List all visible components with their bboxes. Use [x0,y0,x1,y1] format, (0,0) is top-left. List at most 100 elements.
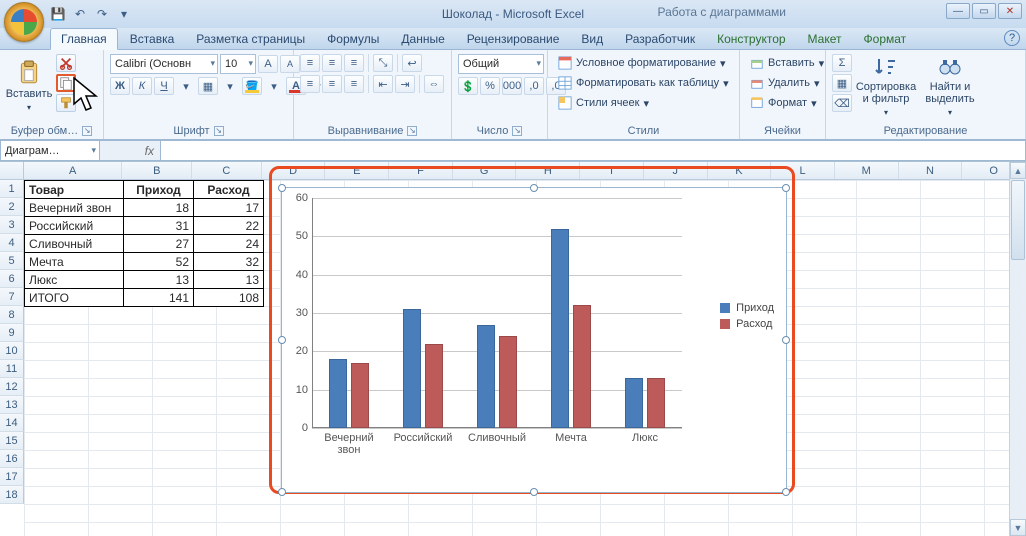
minimize-button[interactable]: — [946,3,970,19]
tab-вставка[interactable]: Вставка [120,29,185,49]
format-painter-button[interactable] [56,94,76,112]
column-header[interactable]: A [24,162,123,179]
launcher-icon[interactable]: ↘ [82,126,92,136]
data-cell[interactable]: 31 [124,217,194,235]
row-header[interactable]: 9 [0,324,24,342]
bar-Расход[interactable] [573,305,591,428]
row-header[interactable]: 6 [0,270,24,288]
data-cell[interactable]: 32 [194,253,264,271]
launcher-icon[interactable]: ↘ [512,126,522,136]
save-icon[interactable]: 💾 [50,6,66,22]
name-box[interactable]: Диаграм… [0,140,100,161]
data-cell[interactable]: Люкс [25,271,124,289]
align-middle-button[interactable]: ≡ [322,54,342,72]
bar-Приход[interactable] [625,378,643,428]
data-cell[interactable]: 24 [194,235,264,253]
column-header[interactable]: C [192,162,262,179]
bar-Расход[interactable] [499,336,517,428]
redo-icon[interactable]: ↷ [94,6,110,22]
bold-button[interactable]: Ж [110,77,130,95]
header-cell[interactable]: Расход [194,181,264,199]
worksheet[interactable]: ABCDEFGHIJKLMNO 123456789101112131415161… [0,162,1026,536]
row-header[interactable]: 18 [0,486,24,504]
orientation-button[interactable]: ⤡ [373,54,393,72]
increase-indent-button[interactable]: ⇥ [395,75,415,93]
italic-button[interactable]: К [132,77,152,95]
underline-button[interactable]: Ч [154,77,174,95]
bar-Приход[interactable] [403,309,421,428]
clear-button[interactable]: ⌫ [832,94,852,112]
row-header[interactable]: 7 [0,288,24,306]
merge-center-button[interactable]: ⇔ [424,75,444,93]
row-header[interactable]: 13 [0,396,24,414]
data-cell[interactable]: 13 [124,271,194,289]
tab-формат[interactable]: Формат [854,29,917,49]
wrap-text-button[interactable]: ↩ [402,54,422,72]
bar-Расход[interactable] [425,344,443,428]
font-name-combo[interactable]: Calibri (Основн [110,54,218,74]
data-cell[interactable]: 18 [124,199,194,217]
format-cells-button[interactable]: Формат▾ [746,94,821,112]
row-header[interactable]: 4 [0,234,24,252]
tab-данные[interactable]: Данные [391,29,454,49]
bar-Расход[interactable] [351,363,369,428]
data-cell[interactable]: Мечта [25,253,124,271]
tab-макет[interactable]: Макет [798,29,852,49]
grow-font-button[interactable]: A [258,55,278,73]
data-cell[interactable]: 52 [124,253,194,271]
restore-button[interactable]: ▭ [972,3,996,19]
row-header[interactable]: 5 [0,252,24,270]
percent-button[interactable]: % [480,77,500,95]
tab-формулы[interactable]: Формулы [317,29,389,49]
help-icon[interactable]: ? [1004,30,1020,46]
fx-icon[interactable]: fx [145,144,154,158]
data-cell[interactable]: 108 [194,289,264,307]
tab-разработчик[interactable]: Разработчик [615,29,705,49]
increase-decimal-button[interactable]: ,0 [524,77,544,95]
chart-plot-area[interactable]: 0102030405060Вечерний звонРоссийскийСлив… [312,198,682,428]
tab-главная[interactable]: Главная [50,28,118,50]
bar-Приход[interactable] [329,359,347,428]
number-format-combo[interactable]: Общий [458,54,544,74]
fill-color-button[interactable]: 🪣 [242,77,262,95]
tab-вид[interactable]: Вид [571,29,613,49]
data-cell[interactable]: 22 [194,217,264,235]
bar-Расход[interactable] [647,378,665,428]
bar-Приход[interactable] [477,325,495,429]
cut-button[interactable] [56,54,76,72]
align-right-button[interactable]: ≡ [344,75,364,93]
header-cell[interactable]: Приход [124,181,194,199]
vertical-scrollbar[interactable]: ▲ ▼ [1009,162,1026,536]
cell-styles-button[interactable]: Стили ячеек▾ [554,94,653,112]
column-header[interactable]: N [899,162,963,179]
select-all-corner[interactable] [0,162,24,179]
bar-Приход[interactable] [551,229,569,428]
launcher-icon[interactable]: ↘ [214,126,224,136]
data-cell[interactable]: 27 [124,235,194,253]
data-cell[interactable]: Вечерний звон [25,199,124,217]
sort-filter-button[interactable]: Сортировка и фильтр▾ [856,54,916,120]
borders-button[interactable]: ▦ [198,77,218,95]
header-cell[interactable]: Товар [25,181,124,199]
copy-button[interactable] [56,74,76,92]
row-header[interactable]: 2 [0,198,24,216]
fill-button[interactable]: ▦ [832,74,852,92]
row-header[interactable]: 12 [0,378,24,396]
format-as-table-button[interactable]: Форматировать как таблицу▾ [554,74,733,92]
data-cell[interactable]: Сливочный [25,235,124,253]
autosum-button[interactable]: Σ [832,54,852,72]
row-header[interactable]: 17 [0,468,24,486]
row-header[interactable]: 14 [0,414,24,432]
column-header[interactable]: B [122,162,192,179]
data-cell[interactable]: 13 [194,271,264,289]
align-center-button[interactable]: ≡ [322,75,342,93]
delete-cells-button[interactable]: Удалить▾ [746,74,824,92]
legend-item[interactable]: Приход [720,302,774,314]
scroll-up-button[interactable]: ▲ [1010,162,1026,179]
undo-icon[interactable]: ↶ [72,6,88,22]
data-cell[interactable]: 17 [194,199,264,217]
insert-cells-button[interactable]: Вставить▾ [746,54,828,72]
tab-разметка страницы[interactable]: Разметка страницы [186,29,315,49]
font-size-combo[interactable]: 10 [220,54,256,74]
align-left-button[interactable]: ≡ [300,75,320,93]
